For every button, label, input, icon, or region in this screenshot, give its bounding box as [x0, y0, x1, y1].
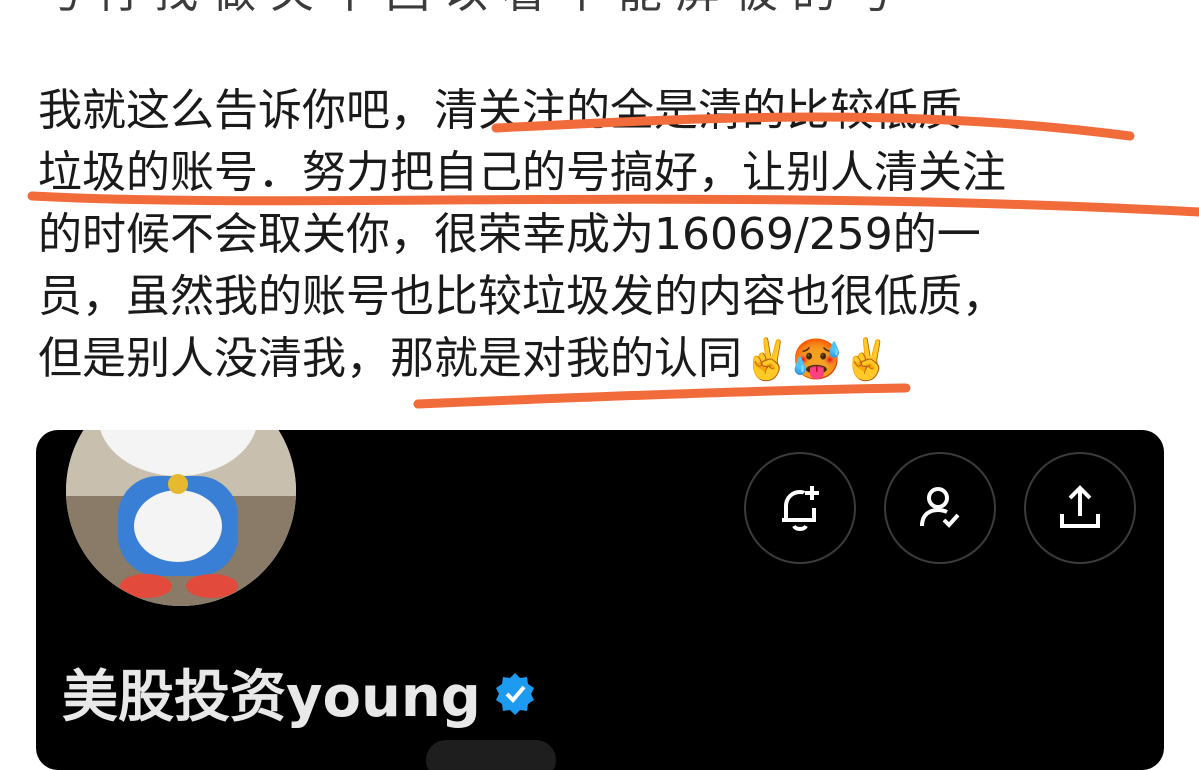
cut-off-text-line: 与 行 找 做 关 不 回 以 看 不 能 屏 被 的 号	[38, 0, 894, 24]
subscribe-pill[interactable]	[426, 740, 556, 770]
user-check-icon	[920, 487, 960, 528]
bell-plus-icon	[782, 486, 819, 531]
notifications-button[interactable]	[744, 452, 856, 564]
profile-name-text: 美股投资young	[62, 665, 481, 730]
underline-3	[413, 383, 911, 409]
avatar[interactable]	[62, 430, 300, 610]
share-button[interactable]	[1024, 452, 1136, 564]
profile-card[interactable]: 美股投资young	[36, 430, 1164, 770]
post-line-1-prefix: 我就这么告诉你吧，	[38, 85, 434, 136]
doraemon-avatar-icon	[66, 430, 296, 606]
post-line-5: 但是别人没清我，那就是对我的认同✌️🥵✌️	[38, 322, 891, 386]
post-line-1: 我就这么告诉你吧，清关注的全是清的比较低质	[38, 74, 962, 138]
profile-name: 美股投资young	[62, 652, 537, 733]
post-line-2: 垃圾的账号．努力把自己的号搞好，让别人清关注	[38, 147, 1006, 198]
share-icon	[1060, 485, 1100, 528]
verified-badge-icon	[495, 672, 534, 715]
post-line-4: 员，虽然我的账号也比较垃圾发的内容也很低质，	[38, 271, 1006, 322]
following-button[interactable]	[884, 452, 996, 564]
post-line-3: 的时候不会取关你，很荣幸成为16069/259的一	[38, 209, 981, 260]
post-line-5-prefix: 但是别人没清我，	[38, 333, 390, 384]
emoji-group: ✌️🥵✌️	[742, 337, 892, 383]
post-line-5-highlight: 那就是对我的认同	[390, 333, 742, 384]
post-line-1-highlight: 清关注的全是清的比较低质	[434, 85, 962, 136]
